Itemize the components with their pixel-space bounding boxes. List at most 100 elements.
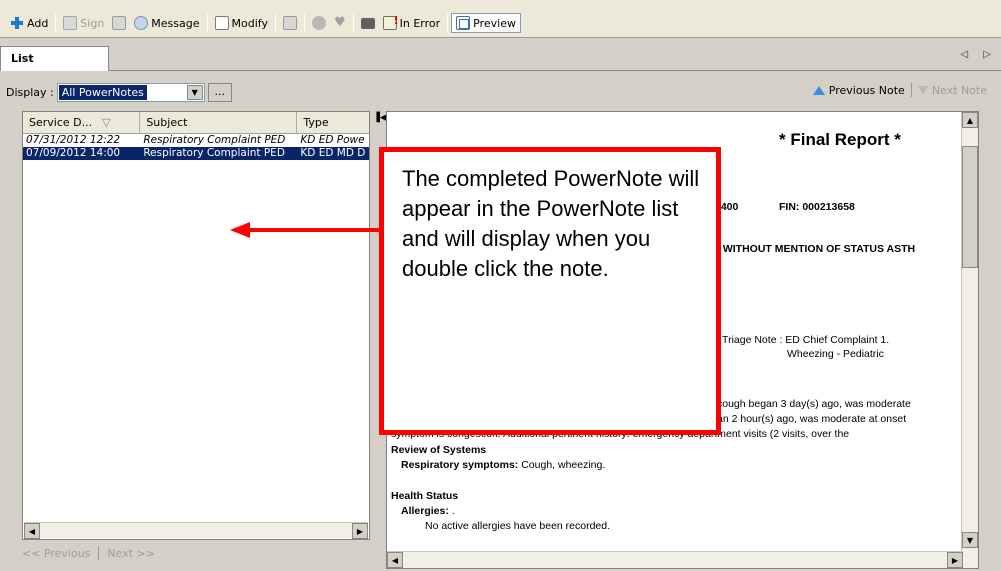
- message-icon: [134, 16, 149, 30]
- copy-button[interactable]: [279, 13, 301, 33]
- doc-hpi-line-2: an 2 hour(s) ago, was moderate at onset: [717, 413, 907, 425]
- scroll-right-icon[interactable]: ▶: [352, 523, 368, 539]
- doc-triage-line-2: Wheezing - Pediatric: [787, 348, 884, 360]
- doc-allergies-none: No active allergies have been recorded.: [425, 520, 611, 532]
- forward-icon: [112, 16, 127, 30]
- in-error-button[interactable]: In Error: [379, 13, 445, 33]
- column-header-subject[interactable]: Subject: [140, 112, 298, 134]
- tab-list[interactable]: List: [0, 46, 109, 71]
- display-options-button[interactable]: ...: [207, 82, 232, 102]
- modify-label: Modify: [231, 16, 268, 30]
- message-label: Message: [151, 16, 200, 30]
- display-filter: Display : All PowerNotes ▼ ...: [6, 82, 232, 102]
- modify-button[interactable]: Modify: [211, 13, 272, 33]
- arrow-down-icon: [917, 86, 928, 94]
- cell-type: KD ED MD D: [300, 147, 366, 159]
- toolbar-separator: [274, 14, 276, 32]
- heart-button[interactable]: ♥: [330, 13, 350, 33]
- sort-icon: ▽: [102, 116, 111, 129]
- plus-icon: [10, 16, 24, 30]
- doc-hpi-line-1: cough began 3 day(s) ago, was moderate: [717, 398, 911, 410]
- toolbar-separator: [206, 14, 208, 32]
- doc-ros-heading: Review of Systems: [391, 444, 487, 456]
- previous-note-label: Previous Note: [828, 83, 905, 97]
- scroll-left-icon[interactable]: ◀: [24, 523, 40, 539]
- note-navigation: Previous Note Next Note: [812, 83, 987, 97]
- doc-fin: FIN: 000213658: [779, 201, 855, 213]
- doc-diagnosis: , WITHOUT MENTION OF STATUS ASTH: [717, 243, 916, 255]
- horizontal-scrollbar[interactable]: ◀ ▶: [24, 522, 368, 539]
- cell-subject: Respiratory Complaint PED: [143, 134, 286, 146]
- add-button[interactable]: Add: [6, 13, 52, 33]
- column-label: Service D...: [29, 116, 93, 129]
- in-error-label: In Error: [399, 16, 441, 30]
- table-row[interactable]: 07/31/2012 12:22 Respiratory Complaint PE…: [23, 134, 369, 147]
- previous-note-button[interactable]: Previous Note: [812, 83, 905, 97]
- nav-divider: [910, 83, 912, 97]
- scroll-left-icon[interactable]: ◀: [387, 552, 403, 568]
- scroll-down-icon[interactable]: ▼: [962, 532, 978, 548]
- tab-scroll-arrows[interactable]: ◁ ▷: [960, 49, 997, 60]
- sign-label: Sign: [80, 16, 105, 30]
- arrow-head: [230, 222, 250, 238]
- preview-button[interactable]: Preview: [451, 13, 521, 33]
- list-pager: << Previous Next >>: [22, 546, 155, 560]
- arrow-up-icon: [812, 85, 825, 95]
- callout-text: The completed PowerNote will appear in t…: [402, 166, 700, 281]
- instruction-callout: The completed PowerNote will appear in t…: [379, 147, 721, 435]
- horizontal-scrollbar[interactable]: ◀ ▶: [387, 551, 963, 568]
- pager-divider: [98, 546, 100, 560]
- cell-type: KD ED Powe: [300, 134, 365, 146]
- block-button[interactable]: [357, 13, 379, 33]
- doc-allergies-line: Allergies: .: [401, 505, 455, 517]
- list-header: Service D... ▽ Subject Type: [23, 112, 369, 134]
- add-label: Add: [27, 16, 49, 30]
- doc-health-heading: Health Status: [391, 490, 459, 502]
- toolbar-separator: [352, 14, 354, 32]
- display-select-value: All PowerNotes: [58, 84, 147, 100]
- collapse-panel-icon[interactable]: ▐◀: [373, 113, 387, 123]
- doc-ros-value: Cough, wheezing.: [521, 459, 606, 471]
- powernote-list: Service D... ▽ Subject Type 07/31/2012 12…: [22, 111, 370, 540]
- pager-previous-button[interactable]: << Previous: [22, 547, 90, 560]
- next-note-button[interactable]: Next Note: [917, 83, 987, 97]
- message-button[interactable]: Message: [130, 13, 203, 33]
- toolbar-separator: [55, 14, 57, 32]
- pager-next-button[interactable]: Next >>: [107, 547, 155, 560]
- column-header-type[interactable]: Type: [297, 112, 369, 134]
- doc-allergies-value: .: [451, 505, 455, 517]
- tab-strip: List ◁ ▷: [0, 39, 1001, 71]
- preview-icon: [456, 16, 471, 30]
- toolbar-separator: [447, 14, 449, 32]
- chevron-down-icon[interactable]: ▼: [186, 84, 203, 100]
- doc-ros-line: Respiratory symptoms: Cough, wheezing.: [401, 459, 605, 471]
- toolbar: Add Sign Message Modify ♥ ! In Error Pre…: [0, 0, 1001, 38]
- scroll-up-icon[interactable]: ▲: [962, 112, 978, 128]
- cell-subject: Respiratory Complaint PED: [143, 147, 285, 159]
- list-rows: 07/31/2012 12:22 Respiratory Complaint PE…: [23, 134, 369, 160]
- preview-label: Preview: [473, 16, 516, 30]
- doc-triage-line-1: j Triage Note : ED Chief Complaint 1.: [717, 334, 890, 346]
- copy-icon: [282, 16, 297, 30]
- cell-date: 07/31/2012 12:22: [26, 134, 121, 146]
- hand-icon: [311, 16, 326, 30]
- in-error-icon: [382, 14, 399, 30]
- vertical-scrollbar[interactable]: ▲ ▼: [961, 112, 978, 568]
- sign-button[interactable]: Sign: [59, 13, 108, 33]
- doc-ros-label: Respiratory symptoms:: [401, 459, 519, 471]
- block-icon: [360, 17, 375, 29]
- toolbar-buttons: Add Sign Message Modify ♥ ! In Error Pre…: [6, 12, 521, 34]
- column-header-service-date[interactable]: Service D... ▽: [23, 112, 141, 134]
- vertical-scroll-thumb[interactable]: [962, 146, 978, 268]
- display-label: Display :: [6, 85, 54, 99]
- callout-arrow-icon: [230, 222, 380, 238]
- scroll-right-icon[interactable]: ▶: [947, 552, 963, 568]
- next-note-label: Next Note: [931, 83, 987, 97]
- table-row[interactable]: 07/09/2012 14:00 Respiratory Complaint PE…: [23, 147, 369, 160]
- heart-icon: ♥: [333, 15, 346, 30]
- doc-allergies-label: Allergies:: [401, 505, 449, 517]
- display-select[interactable]: All PowerNotes ▼: [56, 82, 205, 102]
- forward-button[interactable]: [108, 13, 130, 33]
- hand-button[interactable]: [308, 13, 330, 33]
- report-title: * Final Report *: [779, 130, 901, 149]
